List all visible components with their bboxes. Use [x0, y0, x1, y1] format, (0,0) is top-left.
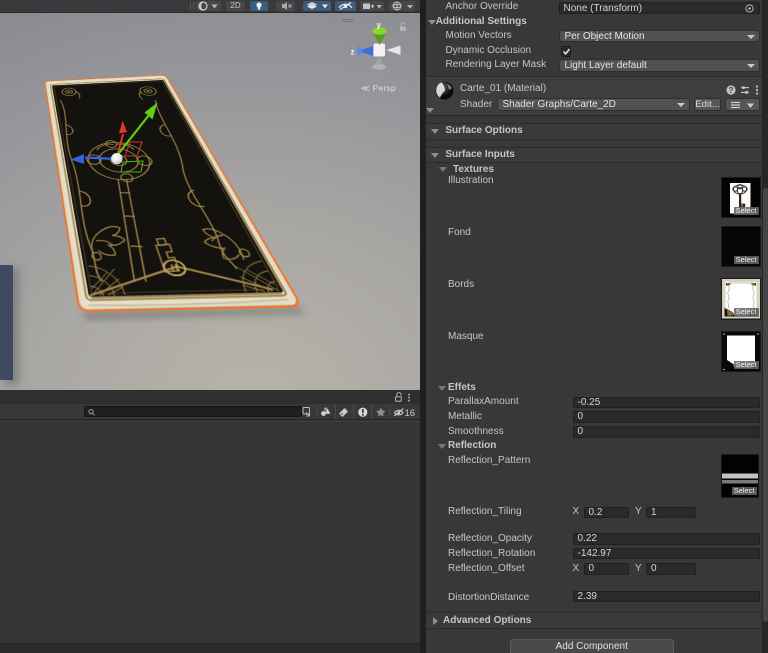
svg-text:z: z	[351, 48, 355, 57]
svg-text:y: y	[377, 21, 382, 30]
svg-text:?: ?	[729, 86, 734, 95]
svg-text:16: 16	[405, 408, 416, 419]
